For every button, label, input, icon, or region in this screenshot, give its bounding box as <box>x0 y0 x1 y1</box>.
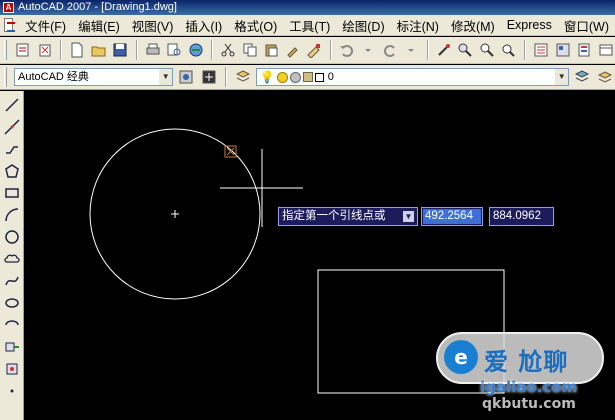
menu-express[interactable]: Express <box>501 18 558 32</box>
watermark-logo: e <box>444 340 478 374</box>
redo-dropdown-icon[interactable] <box>402 40 421 60</box>
spline-icon[interactable] <box>2 271 22 291</box>
toolbar-separator <box>426 40 429 60</box>
make-object-layer-current-icon[interactable] <box>572 67 592 87</box>
revision-cloud-icon[interactable] <box>2 249 22 269</box>
insert-block-icon[interactable] <box>2 337 22 357</box>
zoom-previous-icon[interactable] <box>499 40 518 60</box>
circle-center-marker <box>171 210 179 218</box>
x-coordinate-input[interactable]: 492.2564 <box>421 207 483 226</box>
layer-color-swatch <box>314 72 324 82</box>
toolbar-grip[interactable] <box>4 67 7 87</box>
workspace-dropdown[interactable]: AutoCAD 经典 ▼ <box>14 68 174 86</box>
layer-name-value: 0 <box>327 71 334 83</box>
document-icon[interactable] <box>4 18 16 32</box>
new-drawing-icon[interactable] <box>68 40 87 60</box>
workspace-settings-icon[interactable] <box>176 67 196 87</box>
ellipse-arc-icon[interactable] <box>2 315 22 335</box>
publish-web-icon[interactable] <box>187 40 206 60</box>
print-icon[interactable] <box>144 40 163 60</box>
menu-format[interactable]: 格式(O) <box>228 16 283 35</box>
watermark-url-secondary: qkbutu.com <box>482 396 576 412</box>
menu-window[interactable]: 窗口(W) <box>558 16 615 35</box>
lightbulb-on-icon: 💡 <box>259 70 275 84</box>
menu-draw[interactable]: 绘图(D) <box>336 16 390 35</box>
dynamic-input-prompt: 指定第一个引线点或 ▼ <box>278 207 418 226</box>
properties-icon[interactable] <box>532 40 551 60</box>
toolbar-separator <box>224 67 227 87</box>
menu-modify[interactable]: 修改(M) <box>445 16 501 35</box>
plot-preview-icon[interactable] <box>165 40 184 60</box>
sheet-set-icon[interactable] <box>596 40 615 60</box>
site-watermark: e 爱 尬聊 igaliao.com qkbutu.com <box>432 318 614 417</box>
save-icon[interactable] <box>111 40 130 60</box>
polyline-icon[interactable] <box>2 139 22 159</box>
watermark-url: igaliao.com <box>480 378 578 396</box>
circle-icon[interactable] <box>2 227 22 247</box>
menu-bar: 文件(F) 编辑(E) 视图(V) 插入(I) 格式(O) 工具(T) 绘图(D… <box>0 15 615 36</box>
line-icon[interactable] <box>2 95 22 115</box>
chevron-down-icon[interactable]: ▼ <box>555 69 569 85</box>
lock-icon <box>302 72 313 82</box>
undo-icon[interactable] <box>338 40 357 60</box>
layer-properties-manager-icon[interactable] <box>233 67 253 87</box>
menu-edit[interactable]: 编辑(E) <box>72 16 126 35</box>
rectangle-icon[interactable] <box>2 183 22 203</box>
viewport-freeze-icon <box>289 71 301 83</box>
point-icon[interactable] <box>2 381 22 401</box>
toolbar-separator <box>135 40 138 60</box>
match-properties-icon[interactable] <box>284 40 303 60</box>
toolbar-separator <box>59 40 62 60</box>
y-coordinate-input[interactable]: 884.0962 <box>489 207 554 226</box>
menu-view[interactable]: 视图(V) <box>126 16 180 35</box>
layer-previous-icon[interactable] <box>595 67 615 87</box>
prompt-options-arrow-icon[interactable]: ▼ <box>403 211 414 222</box>
pan-icon[interactable] <box>435 40 454 60</box>
x-coordinate-value: 492.2564 <box>423 209 481 224</box>
prompt-text: 指定第一个引线点或 <box>282 210 386 222</box>
chevron-down-icon[interactable]: ▼ <box>159 69 173 85</box>
sun-freeze-icon <box>276 71 288 83</box>
designcenter-icon[interactable] <box>553 40 572 60</box>
toolbar-separator <box>211 40 214 60</box>
redo-icon[interactable] <box>381 40 400 60</box>
arc-icon[interactable] <box>2 205 22 225</box>
my-workspace-icon[interactable] <box>199 67 219 87</box>
toolbar-separator <box>329 40 332 60</box>
layer-dropdown[interactable]: 💡 0 ▼ <box>255 68 570 86</box>
copy-icon[interactable] <box>241 40 260 60</box>
y-coordinate-value: 884.0962 <box>493 210 541 222</box>
window-title: AutoCAD 2007 - [Drawing1.dwg] <box>18 1 177 13</box>
menu-dimension[interactable]: 标注(N) <box>391 16 445 35</box>
draw-toolbar <box>0 91 24 420</box>
menu-tools[interactable]: 工具(T) <box>283 16 336 35</box>
cut-icon[interactable] <box>219 40 238 60</box>
design-center-icon[interactable] <box>14 40 33 60</box>
tool-palettes-icon[interactable] <box>575 40 594 60</box>
toolbar-grip[interactable] <box>4 40 7 60</box>
paste-icon[interactable] <box>262 40 281 60</box>
toolbar-separator <box>523 40 526 60</box>
publish-icon[interactable] <box>35 40 54 60</box>
open-folder-icon[interactable] <box>89 40 108 60</box>
block-editor-icon[interactable] <box>305 40 324 60</box>
make-block-icon[interactable] <box>2 359 22 379</box>
construction-line-icon[interactable] <box>2 117 22 137</box>
window-title-bar: A AutoCAD 2007 - [Drawing1.dwg] <box>0 0 615 15</box>
standard-toolbar <box>0 37 615 64</box>
menu-file[interactable]: 文件(F) <box>19 16 72 35</box>
workspaces-layers-toolbar: AutoCAD 经典 ▼ 💡 0 ▼ <box>0 65 615 90</box>
workspace-dropdown-value: AutoCAD 经典 <box>18 71 89 83</box>
undo-dropdown-icon[interactable] <box>359 40 378 60</box>
ellipse-icon[interactable] <box>2 293 22 313</box>
polygon-icon[interactable] <box>2 161 22 181</box>
zoom-realtime-icon[interactable] <box>456 40 475 60</box>
zoom-window-icon[interactable] <box>478 40 497 60</box>
menu-insert[interactable]: 插入(I) <box>179 16 228 35</box>
watermark-brand: 爱 尬聊 <box>484 348 569 376</box>
autocad-app-icon: A <box>3 2 14 13</box>
